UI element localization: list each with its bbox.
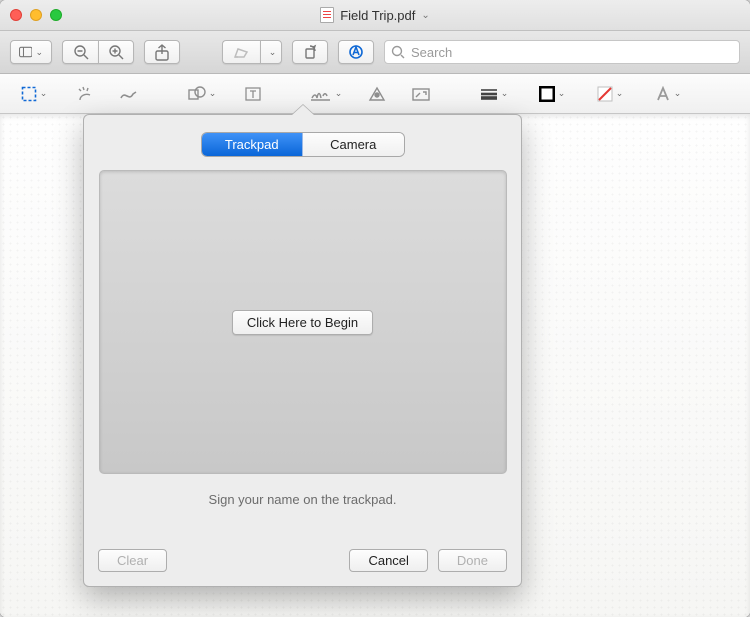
highlight-dropdown[interactable]: ⌄ [260,40,282,64]
search-field[interactable] [384,40,740,64]
document-area: Trackpad Camera Click Here to Begin Sign… [0,114,750,617]
instant-alpha-button[interactable] [70,81,100,107]
sketch-button[interactable] [114,81,144,107]
signature-pad[interactable]: Click Here to Begin [99,170,507,474]
signature-popover: Trackpad Camera Click Here to Begin Sign… [83,114,522,587]
zoom-group [62,40,134,64]
highlight-group: ⌄ [222,40,282,64]
done-button[interactable]: Done [438,549,507,572]
minimize-window-button[interactable] [30,9,42,21]
tab-trackpad[interactable]: Trackpad [202,133,304,156]
chevron-down-icon: ⌄ [421,10,429,21]
traffic-lights [10,9,62,21]
clear-button[interactable]: Clear [98,549,167,572]
adjust-size-button[interactable] [406,81,436,107]
document-title-text: Field Trip.pdf [340,8,415,23]
sidebar-view-button[interactable]: ⌄ [10,40,52,64]
maximize-window-button[interactable] [50,9,62,21]
search-input[interactable] [411,45,733,60]
zoom-out-button[interactable] [62,40,98,64]
popover-footer: Clear Cancel Done [98,539,507,572]
search-icon [391,45,405,59]
zoom-in-button[interactable] [98,40,134,64]
rotate-button[interactable] [292,40,328,64]
signature-hint-text: Sign your name on the trackpad. [98,492,507,507]
markup-toggle-button[interactable] [338,40,374,64]
highlight-button[interactable] [222,40,260,64]
text-button[interactable] [238,81,268,107]
close-window-button[interactable] [10,9,22,21]
main-toolbar: ⌄ ⌄ [0,31,750,74]
pdf-document-icon [320,7,334,23]
border-color-button[interactable]: ⌄ [530,81,574,107]
line-style-button[interactable]: ⌄ [472,81,516,107]
titlebar: Field Trip.pdf ⌄ [0,0,750,31]
markup-toolbar: ⌄ ⌄ ⌄ [0,74,750,114]
tab-camera[interactable]: Camera [303,133,404,156]
signature-source-tabs: Trackpad Camera [202,133,404,156]
fill-color-button[interactable]: ⌄ [588,81,632,107]
shapes-button[interactable]: ⌄ [180,81,224,107]
share-button[interactable] [144,40,180,64]
preview-window: Field Trip.pdf ⌄ ⌄ [0,0,750,617]
cancel-button[interactable]: Cancel [349,549,427,572]
sign-button[interactable]: ⌄ [304,81,348,107]
adjust-color-button[interactable] [362,81,392,107]
selection-tool-button[interactable]: ⌄ [12,81,56,107]
popover-arrow [291,105,315,116]
begin-signature-button[interactable]: Click Here to Begin [232,310,373,335]
document-title-dropdown[interactable]: Field Trip.pdf ⌄ [320,7,430,23]
text-style-button[interactable]: ⌄ [646,81,690,107]
